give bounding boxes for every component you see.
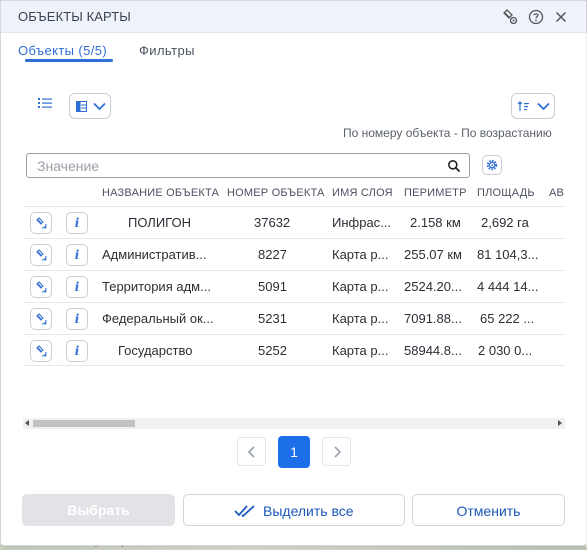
chevron-down-icon bbox=[537, 102, 550, 111]
table-row[interactable]: i Административ... 8227 Карта р... 255.0… bbox=[23, 238, 565, 270]
dialog-titlebar: ОБЪЕКТЫ КАРТЫ bbox=[1, 1, 586, 33]
locate-satellite-icon bbox=[36, 313, 47, 325]
object-info-button[interactable]: i bbox=[66, 276, 88, 298]
cell-number: 37632 bbox=[254, 215, 291, 230]
cell-perimeter: 2524.20... bbox=[404, 279, 462, 294]
search-box bbox=[26, 153, 470, 178]
table-row[interactable]: i ПОЛИГОН 37632 Инфрас... 2.158 км 2,692… bbox=[23, 206, 565, 238]
sort-order-label: По номеру объекта - По возрастанию bbox=[343, 126, 552, 140]
locate-satellite-icon bbox=[36, 249, 47, 261]
column-header-perimeter[interactable]: ПЕРИМЕТР bbox=[404, 187, 467, 199]
cell-area: 65 222 ... bbox=[480, 311, 535, 326]
locate-satellite-icon bbox=[36, 217, 47, 229]
chevron-right-icon bbox=[334, 446, 342, 458]
choose-button[interactable]: Выбрать bbox=[22, 494, 175, 526]
chevron-left-icon bbox=[247, 446, 255, 458]
locate-on-map-button[interactable] bbox=[30, 340, 52, 362]
cell-name: Административ... bbox=[102, 247, 207, 262]
locate-on-map-button[interactable] bbox=[30, 276, 52, 298]
scroll-left-arrow[interactable] bbox=[25, 420, 29, 426]
cell-number: 5231 bbox=[258, 311, 287, 326]
table-row[interactable]: i Территория адм... 5091 Карта р... 2524… bbox=[23, 270, 565, 302]
cell-name: Федеральный ок... bbox=[102, 311, 214, 326]
sort-ascending-icon bbox=[517, 101, 529, 111]
search-settings-button[interactable] bbox=[482, 155, 502, 175]
objects-table: НАЗВАНИЕ ОБЪЕКТА НОМЕР ОБЪЕКТА ИМЯ СЛОЯ … bbox=[23, 181, 565, 429]
dialog-title: ОБЪЕКТЫ КАРТЫ bbox=[18, 9, 131, 24]
search-icon[interactable] bbox=[447, 159, 461, 173]
help-icon[interactable] bbox=[528, 9, 544, 25]
column-header-number[interactable]: НОМЕР ОБЪЕКТА bbox=[227, 187, 325, 199]
table-row[interactable]: i Федеральный ок... 5231 Карта р... 7091… bbox=[23, 302, 565, 334]
prev-page-button[interactable] bbox=[237, 437, 266, 466]
scrollbar-thumb[interactable] bbox=[33, 420, 135, 427]
page-1-button[interactable]: 1 bbox=[278, 436, 310, 468]
cell-number: 8227 bbox=[258, 247, 287, 262]
double-check-icon bbox=[234, 505, 255, 518]
select-all-label: Выделить все bbox=[263, 503, 354, 519]
chevron-down-icon bbox=[93, 102, 106, 111]
scroll-right-arrow[interactable] bbox=[558, 420, 562, 426]
cell-layer: Карта р... bbox=[332, 247, 389, 262]
cell-perimeter: 255.07 км bbox=[404, 247, 462, 262]
object-info-button[interactable]: i bbox=[66, 340, 88, 362]
search-input[interactable] bbox=[37, 157, 437, 175]
locate-satellite-icon bbox=[36, 345, 47, 357]
cell-layer: Карта р... bbox=[332, 279, 389, 294]
cell-perimeter: 58944.8... bbox=[404, 343, 462, 358]
column-header-layer[interactable]: ИМЯ СЛОЯ bbox=[332, 187, 393, 199]
object-info-button[interactable]: i bbox=[66, 212, 88, 234]
table-row[interactable]: i Государство 5252 Карта р... 58944.8...… bbox=[23, 334, 565, 366]
table-view-icon bbox=[76, 101, 87, 112]
map-objects-dialog: ОБЪЕКТЫ КАРТЫ Объекты (5/5) Фильтры По н… bbox=[0, 0, 587, 547]
column-header-name[interactable]: НАЗВАНИЕ ОБЪЕКТА bbox=[102, 187, 219, 199]
cell-number: 5091 bbox=[258, 279, 287, 294]
locate-on-map-button[interactable] bbox=[30, 212, 52, 234]
column-header-abs[interactable]: ABS bbox=[549, 187, 565, 199]
cell-number: 5252 bbox=[258, 343, 287, 358]
column-header-area[interactable]: ПЛОЩАДЬ bbox=[477, 187, 535, 199]
select-all-button[interactable]: Выделить все bbox=[183, 494, 405, 526]
cell-area: 4 444 14... bbox=[477, 279, 539, 294]
cell-area: 81 104,3... bbox=[477, 247, 539, 262]
locate-on-map-button[interactable] bbox=[30, 308, 52, 330]
tab-objects[interactable]: Объекты (5/5) bbox=[18, 43, 107, 58]
cancel-button[interactable]: Отменить bbox=[412, 494, 565, 526]
satellite-settings-icon[interactable] bbox=[502, 9, 518, 25]
cell-area: 2,692 га bbox=[481, 215, 529, 230]
cell-perimeter: 2.158 км bbox=[410, 215, 461, 230]
tab-filters[interactable]: Фильтры bbox=[139, 43, 195, 58]
locate-on-map-button[interactable] bbox=[30, 244, 52, 266]
sort-dropdown[interactable] bbox=[511, 93, 555, 119]
list-view-icon[interactable] bbox=[37, 96, 53, 110]
cell-name: ПОЛИГОН bbox=[128, 215, 191, 230]
locate-satellite-icon bbox=[36, 281, 47, 293]
cell-layer: Карта р... bbox=[332, 311, 389, 326]
cell-name: Территория адм... bbox=[102, 279, 211, 294]
gear-icon bbox=[486, 159, 498, 171]
object-info-button[interactable]: i bbox=[66, 244, 88, 266]
cell-layer: Карта р... bbox=[332, 343, 389, 358]
cell-layer: Инфрас... bbox=[332, 215, 390, 230]
horizontal-scrollbar[interactable] bbox=[23, 418, 565, 429]
close-icon[interactable] bbox=[553, 9, 569, 25]
cell-perimeter: 7091.88... bbox=[404, 311, 462, 326]
object-info-button[interactable]: i bbox=[66, 308, 88, 330]
view-mode-dropdown[interactable] bbox=[69, 93, 111, 119]
cell-name: Государство bbox=[118, 343, 193, 358]
cell-area: 2 030 0... bbox=[478, 343, 533, 358]
next-page-button[interactable] bbox=[322, 437, 351, 466]
active-tab-indicator bbox=[25, 59, 113, 62]
